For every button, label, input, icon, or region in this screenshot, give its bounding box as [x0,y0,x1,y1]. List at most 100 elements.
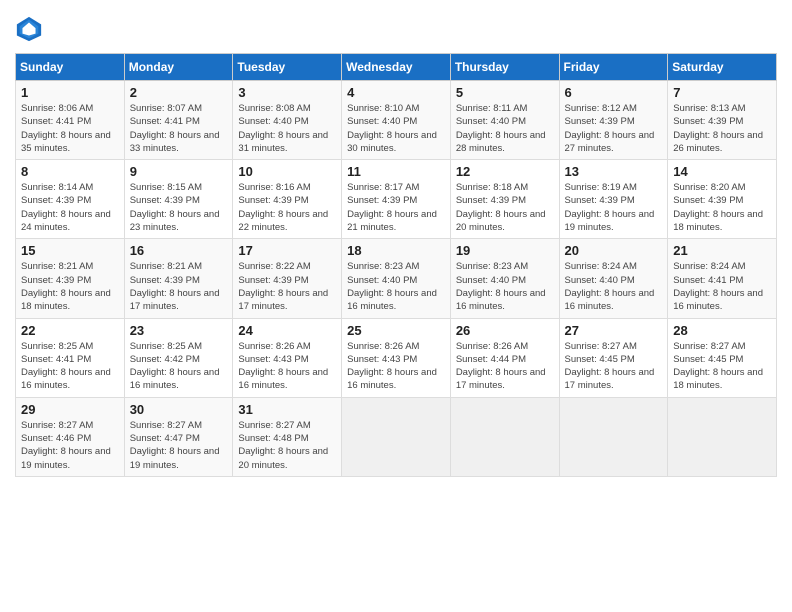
day-number: 21 [673,243,771,258]
calendar-day-cell: 26 Sunrise: 8:26 AMSunset: 4:44 PMDaylig… [450,318,559,397]
calendar-day-cell: 28 Sunrise: 8:27 AMSunset: 4:45 PMDaylig… [668,318,777,397]
calendar-day-cell: 30 Sunrise: 8:27 AMSunset: 4:47 PMDaylig… [124,397,233,476]
day-number: 25 [347,323,445,338]
day-detail: Sunrise: 8:26 AMSunset: 4:44 PMDaylight:… [456,341,546,392]
day-number: 11 [347,164,445,179]
day-number: 20 [565,243,663,258]
day-number: 9 [130,164,228,179]
day-detail: Sunrise: 8:27 AMSunset: 4:46 PMDaylight:… [21,420,111,471]
calendar-day-cell: 5 Sunrise: 8:11 AMSunset: 4:40 PMDayligh… [450,81,559,160]
logo-icon [15,15,43,43]
calendar-day-cell: 27 Sunrise: 8:27 AMSunset: 4:45 PMDaylig… [559,318,668,397]
day-number: 15 [21,243,119,258]
header-tuesday: Tuesday [233,54,342,81]
calendar-day-cell: 12 Sunrise: 8:18 AMSunset: 4:39 PMDaylig… [450,160,559,239]
day-number: 17 [238,243,336,258]
day-number: 5 [456,85,554,100]
day-detail: Sunrise: 8:27 AMSunset: 4:45 PMDaylight:… [565,341,655,392]
header-saturday: Saturday [668,54,777,81]
day-number: 24 [238,323,336,338]
day-number: 3 [238,85,336,100]
day-detail: Sunrise: 8:06 AMSunset: 4:41 PMDaylight:… [21,103,111,154]
calendar-week-row: 22 Sunrise: 8:25 AMSunset: 4:41 PMDaylig… [16,318,777,397]
day-number: 14 [673,164,771,179]
calendar-week-row: 29 Sunrise: 8:27 AMSunset: 4:46 PMDaylig… [16,397,777,476]
day-detail: Sunrise: 8:21 AMSunset: 4:39 PMDaylight:… [21,261,111,312]
day-detail: Sunrise: 8:12 AMSunset: 4:39 PMDaylight:… [565,103,655,154]
calendar-day-cell: 15 Sunrise: 8:21 AMSunset: 4:39 PMDaylig… [16,239,125,318]
day-detail: Sunrise: 8:26 AMSunset: 4:43 PMDaylight:… [238,341,328,392]
day-detail: Sunrise: 8:15 AMSunset: 4:39 PMDaylight:… [130,182,220,233]
calendar-day-cell: 14 Sunrise: 8:20 AMSunset: 4:39 PMDaylig… [668,160,777,239]
header-sunday: Sunday [16,54,125,81]
day-number: 28 [673,323,771,338]
day-detail: Sunrise: 8:20 AMSunset: 4:39 PMDaylight:… [673,182,763,233]
day-number: 30 [130,402,228,417]
calendar-day-cell: 13 Sunrise: 8:19 AMSunset: 4:39 PMDaylig… [559,160,668,239]
day-number: 1 [21,85,119,100]
day-number: 6 [565,85,663,100]
calendar-day-cell: 20 Sunrise: 8:24 AMSunset: 4:40 PMDaylig… [559,239,668,318]
day-detail: Sunrise: 8:14 AMSunset: 4:39 PMDaylight:… [21,182,111,233]
calendar-day-cell: 9 Sunrise: 8:15 AMSunset: 4:39 PMDayligh… [124,160,233,239]
calendar-day-cell: 10 Sunrise: 8:16 AMSunset: 4:39 PMDaylig… [233,160,342,239]
day-detail: Sunrise: 8:19 AMSunset: 4:39 PMDaylight:… [565,182,655,233]
day-detail: Sunrise: 8:25 AMSunset: 4:41 PMDaylight:… [21,341,111,392]
header-friday: Friday [559,54,668,81]
calendar-day-cell: 31 Sunrise: 8:27 AMSunset: 4:48 PMDaylig… [233,397,342,476]
day-number: 31 [238,402,336,417]
header-wednesday: Wednesday [342,54,451,81]
calendar-day-cell: 24 Sunrise: 8:26 AMSunset: 4:43 PMDaylig… [233,318,342,397]
calendar-week-row: 8 Sunrise: 8:14 AMSunset: 4:39 PMDayligh… [16,160,777,239]
header-thursday: Thursday [450,54,559,81]
calendar-day-cell: 7 Sunrise: 8:13 AMSunset: 4:39 PMDayligh… [668,81,777,160]
day-detail: Sunrise: 8:11 AMSunset: 4:40 PMDaylight:… [456,103,546,154]
day-detail: Sunrise: 8:24 AMSunset: 4:40 PMDaylight:… [565,261,655,312]
day-number: 4 [347,85,445,100]
calendar-day-cell: 6 Sunrise: 8:12 AMSunset: 4:39 PMDayligh… [559,81,668,160]
calendar-week-row: 1 Sunrise: 8:06 AMSunset: 4:41 PMDayligh… [16,81,777,160]
day-detail: Sunrise: 8:22 AMSunset: 4:39 PMDaylight:… [238,261,328,312]
day-number: 16 [130,243,228,258]
calendar-week-row: 15 Sunrise: 8:21 AMSunset: 4:39 PMDaylig… [16,239,777,318]
day-detail: Sunrise: 8:27 AMSunset: 4:47 PMDaylight:… [130,420,220,471]
page-header [15,15,777,43]
day-number: 10 [238,164,336,179]
day-number: 29 [21,402,119,417]
calendar-day-cell: 18 Sunrise: 8:23 AMSunset: 4:40 PMDaylig… [342,239,451,318]
day-number: 19 [456,243,554,258]
calendar-day-cell: 22 Sunrise: 8:25 AMSunset: 4:41 PMDaylig… [16,318,125,397]
calendar-table: SundayMondayTuesdayWednesdayThursdayFrid… [15,53,777,477]
day-detail: Sunrise: 8:16 AMSunset: 4:39 PMDaylight:… [238,182,328,233]
day-detail: Sunrise: 8:10 AMSunset: 4:40 PMDaylight:… [347,103,437,154]
day-detail: Sunrise: 8:23 AMSunset: 4:40 PMDaylight:… [347,261,437,312]
calendar-day-cell [450,397,559,476]
calendar-day-cell: 29 Sunrise: 8:27 AMSunset: 4:46 PMDaylig… [16,397,125,476]
day-detail: Sunrise: 8:18 AMSunset: 4:39 PMDaylight:… [456,182,546,233]
calendar-day-cell: 4 Sunrise: 8:10 AMSunset: 4:40 PMDayligh… [342,81,451,160]
calendar-day-cell: 8 Sunrise: 8:14 AMSunset: 4:39 PMDayligh… [16,160,125,239]
calendar-day-cell: 23 Sunrise: 8:25 AMSunset: 4:42 PMDaylig… [124,318,233,397]
calendar-day-cell: 1 Sunrise: 8:06 AMSunset: 4:41 PMDayligh… [16,81,125,160]
day-number: 22 [21,323,119,338]
day-number: 18 [347,243,445,258]
day-number: 7 [673,85,771,100]
calendar-day-cell [342,397,451,476]
calendar-day-cell: 3 Sunrise: 8:08 AMSunset: 4:40 PMDayligh… [233,81,342,160]
calendar-day-cell: 2 Sunrise: 8:07 AMSunset: 4:41 PMDayligh… [124,81,233,160]
day-number: 26 [456,323,554,338]
calendar-day-cell: 11 Sunrise: 8:17 AMSunset: 4:39 PMDaylig… [342,160,451,239]
day-number: 2 [130,85,228,100]
day-detail: Sunrise: 8:13 AMSunset: 4:39 PMDaylight:… [673,103,763,154]
day-detail: Sunrise: 8:26 AMSunset: 4:43 PMDaylight:… [347,341,437,392]
day-detail: Sunrise: 8:17 AMSunset: 4:39 PMDaylight:… [347,182,437,233]
day-number: 8 [21,164,119,179]
day-detail: Sunrise: 8:27 AMSunset: 4:48 PMDaylight:… [238,420,328,471]
day-number: 23 [130,323,228,338]
day-detail: Sunrise: 8:27 AMSunset: 4:45 PMDaylight:… [673,341,763,392]
day-number: 12 [456,164,554,179]
day-detail: Sunrise: 8:07 AMSunset: 4:41 PMDaylight:… [130,103,220,154]
calendar-day-cell [559,397,668,476]
calendar-day-cell [668,397,777,476]
calendar-day-cell: 19 Sunrise: 8:23 AMSunset: 4:40 PMDaylig… [450,239,559,318]
